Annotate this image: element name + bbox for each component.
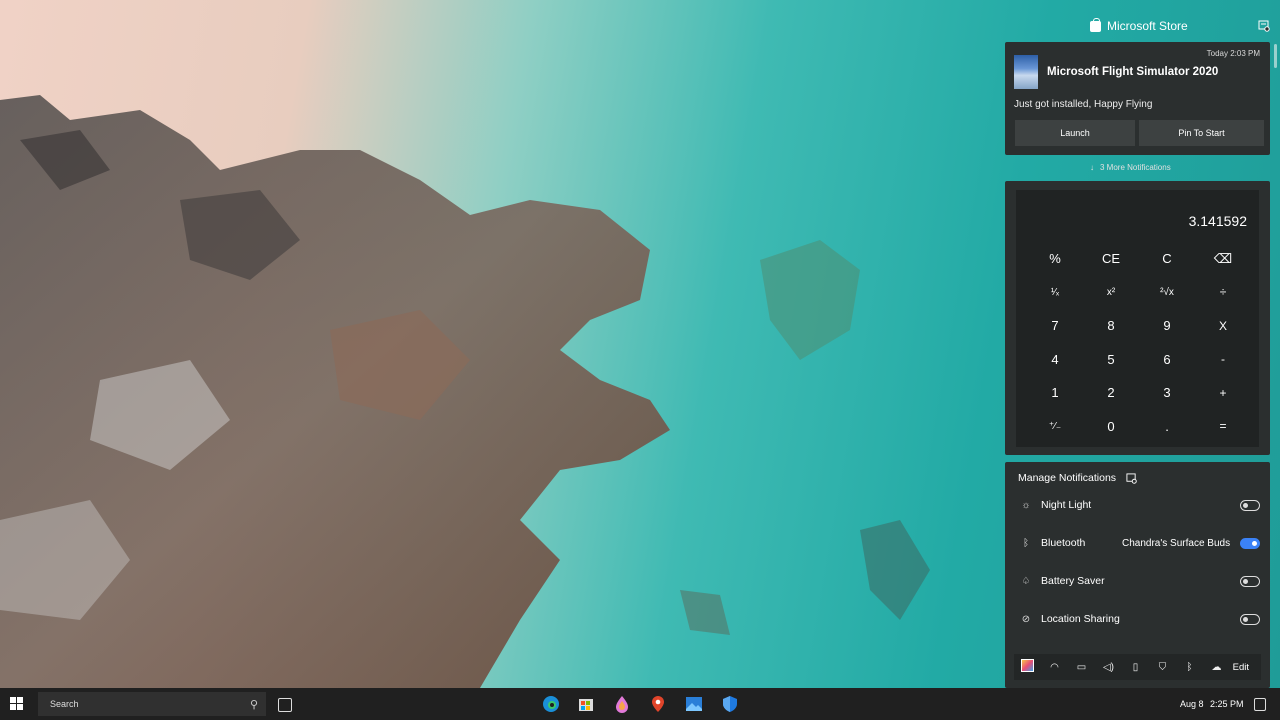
- bluetooth-icon[interactable]: ᛒ: [1176, 662, 1203, 673]
- divide-key[interactable]: ÷: [1195, 276, 1251, 310]
- power-icon[interactable]: ▯: [1122, 662, 1149, 673]
- battery-saver-toggle[interactable]: [1240, 575, 1260, 587]
- zero-key[interactable]: 0: [1083, 410, 1139, 444]
- quick-settings-panel: Manage Notifications ☼ Night Light ᛒ Blu…: [1005, 462, 1270, 688]
- windows-logo-icon: [10, 697, 16, 703]
- location-sharing-toggle[interactable]: [1240, 613, 1260, 625]
- tray-date[interactable]: Aug 8: [1180, 699, 1204, 709]
- cloud-icon[interactable]: ☁: [1203, 662, 1230, 673]
- action-center-icon[interactable]: [1254, 698, 1266, 711]
- taskbar-search[interactable]: ⚲: [38, 692, 266, 716]
- color-settings-icon[interactable]: [1014, 659, 1041, 675]
- sun-icon: ☼: [1021, 499, 1031, 511]
- three-key[interactable]: 3: [1139, 376, 1195, 410]
- pin-to-start-button[interactable]: Pin To Start: [1139, 120, 1264, 146]
- negate-key[interactable]: ⁺⁄₋: [1027, 410, 1083, 444]
- search-input[interactable]: [48, 698, 232, 710]
- battery-saver-label: Battery Saver: [1041, 575, 1105, 587]
- clear-key[interactable]: C: [1139, 242, 1195, 276]
- multiply-key[interactable]: X: [1195, 309, 1251, 343]
- start-button[interactable]: [10, 697, 24, 711]
- more-notifications-link[interactable]: ↓ 3 More Notifications: [1090, 163, 1171, 172]
- more-notifications-label: 3 More Notifications: [1100, 163, 1171, 172]
- edit-button[interactable]: Edit: [1233, 662, 1249, 673]
- maps-icon[interactable]: [649, 695, 667, 713]
- bluetooth-label: Bluetooth: [1041, 537, 1086, 549]
- photos-icon[interactable]: [685, 695, 703, 713]
- calculator-keypad: % CE C ⌫ ¹⁄ₓ x² ²√x ÷ 7 8 9 X 4 5 6 - 1 …: [1027, 242, 1251, 443]
- battery-saver-row[interactable]: ♤ Battery Saver: [1020, 571, 1260, 591]
- calculator-widget: 3.141592 % CE C ⌫ ¹⁄ₓ x² ²√x ÷ 7 8 9 X 4…: [1005, 181, 1270, 455]
- edge-icon[interactable]: [542, 695, 560, 713]
- bluetooth-device-name: Chandra's Surface Buds: [1122, 537, 1231, 549]
- eight-key[interactable]: 8: [1083, 309, 1139, 343]
- location-icon: ⊘: [1021, 613, 1031, 625]
- four-key[interactable]: 4: [1027, 343, 1083, 377]
- manage-notifications-label: Manage Notifications: [1018, 472, 1117, 484]
- arrow-down-icon: ↓: [1090, 163, 1094, 172]
- notification-app-header: Microsoft Store: [1090, 17, 1188, 33]
- paint-icon[interactable]: [613, 695, 631, 713]
- night-light-label: Night Light: [1041, 499, 1092, 511]
- one-key[interactable]: 1: [1027, 376, 1083, 410]
- square-key[interactable]: x²: [1083, 276, 1139, 310]
- store-bag-icon: [1090, 17, 1101, 32]
- nine-key[interactable]: 9: [1139, 309, 1195, 343]
- search-icon: ⚲: [249, 699, 258, 711]
- tray-time[interactable]: 2:25 PM: [1210, 699, 1244, 709]
- bluetooth-icon: ᛒ: [1023, 537, 1029, 549]
- shield-icon[interactable]: ⛉: [1149, 662, 1176, 673]
- calculator-display: 3.141592: [1188, 213, 1247, 229]
- quick-actions-bar: ◠ ▭ ◁) ▯ ⛉ ᛒ ☁ Edit: [1014, 654, 1261, 680]
- equals-key[interactable]: =: [1195, 410, 1251, 444]
- store-icon[interactable]: [577, 695, 595, 713]
- backspace-key[interactable]: ⌫: [1195, 242, 1251, 276]
- reciprocal-key[interactable]: ¹⁄ₓ: [1027, 276, 1083, 310]
- percent-key[interactable]: %: [1027, 242, 1083, 276]
- seven-key[interactable]: 7: [1027, 309, 1083, 343]
- two-key[interactable]: 2: [1083, 376, 1139, 410]
- decimal-key[interactable]: .: [1139, 410, 1195, 444]
- scrollbar[interactable]: [1274, 44, 1277, 68]
- volume-icon[interactable]: ◁): [1095, 662, 1122, 673]
- clear-entry-key[interactable]: CE: [1083, 242, 1139, 276]
- notification-settings-icon[interactable]: [1258, 20, 1270, 32]
- notification-card[interactable]: Today 2:03 PM Microsoft Flight Simulator…: [1005, 42, 1270, 155]
- calculator-body: 3.141592 % CE C ⌫ ¹⁄ₓ x² ²√x ÷ 7 8 9 X 4…: [1016, 190, 1259, 447]
- defender-icon[interactable]: [721, 695, 739, 713]
- minus-key[interactable]: -: [1195, 343, 1251, 377]
- battery-icon[interactable]: ▭: [1068, 662, 1095, 673]
- night-light-row[interactable]: ☼ Night Light: [1020, 495, 1260, 515]
- bluetooth-toggle[interactable]: [1240, 537, 1260, 549]
- square-root-key[interactable]: ²√x: [1139, 276, 1195, 310]
- taskbar: ⚲ Aug 8 2:25 PM: [0, 688, 1280, 720]
- night-light-toggle[interactable]: [1240, 499, 1260, 511]
- launch-button[interactable]: Launch: [1015, 120, 1135, 146]
- notification-title: Microsoft Flight Simulator 2020: [1047, 66, 1219, 78]
- manage-notifications-header[interactable]: Manage Notifications: [1018, 472, 1137, 484]
- notification-settings-icon: [1126, 472, 1137, 484]
- app-thumbnail: [1014, 55, 1038, 89]
- battery-saver-icon: ♤: [1021, 575, 1031, 587]
- notification-app-name: Microsoft Store: [1107, 19, 1188, 33]
- task-view-button[interactable]: [278, 698, 292, 712]
- notification-body: Just got installed, Happy Flying: [1014, 99, 1153, 110]
- five-key[interactable]: 5: [1083, 343, 1139, 377]
- bluetooth-row[interactable]: ᛒ Bluetooth Chandra's Surface Buds: [1020, 533, 1260, 553]
- plus-key[interactable]: +: [1195, 376, 1251, 410]
- notification-time: Today 2:03 PM: [1206, 49, 1260, 58]
- wifi-icon[interactable]: ◠: [1041, 662, 1068, 673]
- location-sharing-row[interactable]: ⊘ Location Sharing: [1020, 609, 1260, 629]
- location-sharing-label: Location Sharing: [1041, 613, 1120, 625]
- six-key[interactable]: 6: [1139, 343, 1195, 377]
